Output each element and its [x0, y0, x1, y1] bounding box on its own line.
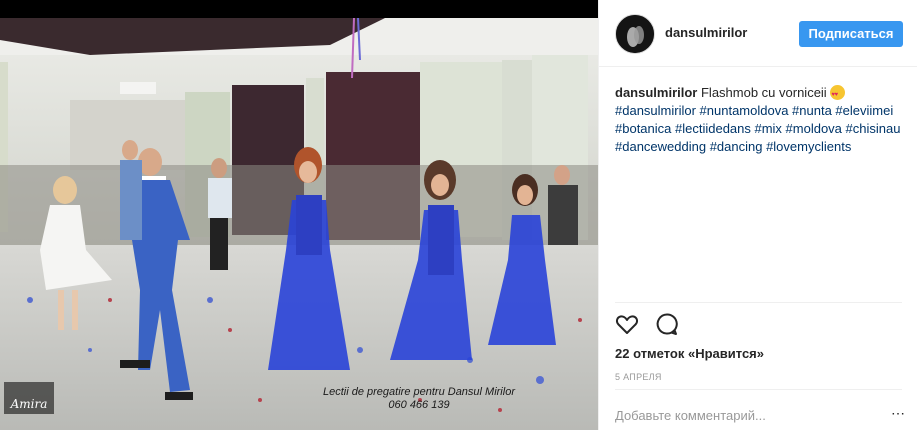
- divider: [615, 389, 902, 390]
- post-photo[interactable]: Amira Lectii de pregatire pentru Dansul …: [0, 0, 598, 430]
- caption-text: Flashmob cu vorniceii: [700, 85, 827, 100]
- add-comment-input[interactable]: [615, 405, 875, 425]
- divider: [615, 302, 902, 303]
- post-side-panel: dansulmirilor Подписаться dansulmirilor …: [598, 0, 917, 430]
- heart-eyes-emoji-icon: [830, 85, 846, 104]
- post-date[interactable]: 5 АПРЕЛЯ: [615, 372, 662, 382]
- caption-hashtags[interactable]: #dansulmirilor #nuntamoldova #nunta #ele…: [615, 103, 900, 154]
- watermark-logo: Amira: [4, 382, 54, 414]
- dance-scene-illustration: [0, 0, 598, 430]
- comment-icon[interactable]: [655, 312, 679, 336]
- caption-username[interactable]: dansulmirilor: [615, 85, 697, 100]
- follow-button[interactable]: Подписаться: [799, 21, 903, 47]
- more-icon[interactable]: ⋯: [891, 405, 905, 422]
- photo-overlay-text: Lectii de pregatire pentru Dansul Mirilo…: [300, 386, 538, 412]
- avatar[interactable]: [615, 14, 655, 54]
- likes-count[interactable]: 22 отметок «Нравится»: [615, 346, 764, 361]
- overlay-line-1: Lectii de pregatire pentru Dansul Mirilo…: [323, 386, 515, 398]
- author-username[interactable]: dansulmirilor: [665, 25, 747, 40]
- heart-icon[interactable]: [615, 312, 639, 336]
- avatar-image: [616, 15, 654, 53]
- post-caption: dansulmirilor Flashmob cu vorniceii #dan…: [615, 84, 905, 156]
- post-header: dansulmirilor Подписаться: [599, 0, 917, 67]
- overlay-line-2: 060 466 139: [388, 399, 450, 411]
